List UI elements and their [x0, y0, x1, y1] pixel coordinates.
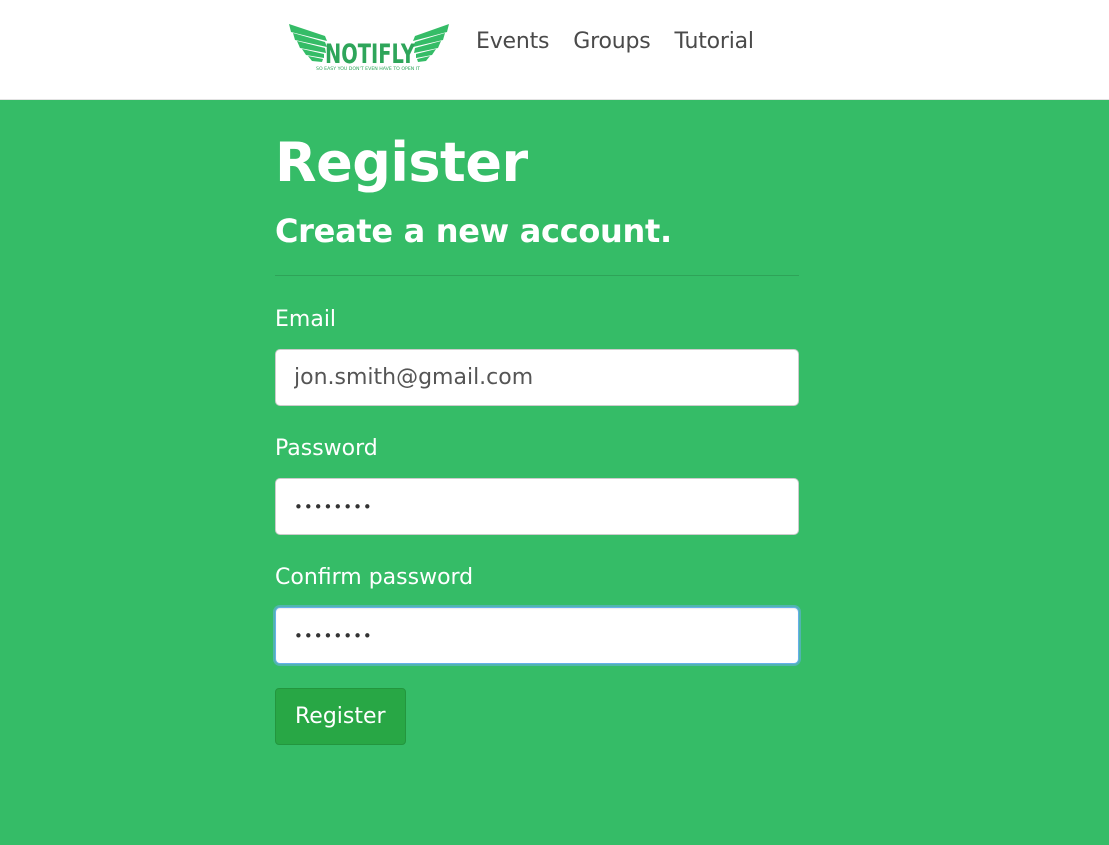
brand-logo[interactable]: NOTIFLY SO EASY YOU DON'T EVEN HAVE TO O… [287, 20, 451, 74]
nav-links: Events Groups Tutorial [464, 27, 766, 57]
nav-link-tutorial[interactable]: Tutorial [663, 27, 766, 57]
page-title: Register [275, 131, 528, 194]
page-subtitle: Create a new account. [275, 212, 672, 250]
brand-tagline: SO EASY YOU DON'T EVEN HAVE TO OPEN IT [316, 66, 421, 71]
navbar: NOTIFLY SO EASY YOU DON'T EVEN HAVE TO O… [0, 0, 1109, 100]
confirm-password-label: Confirm password [275, 565, 474, 590]
divider [275, 275, 799, 276]
register-button[interactable]: Register [275, 688, 406, 745]
nav-link-events[interactable]: Events [464, 27, 561, 57]
email-field[interactable] [275, 349, 799, 406]
confirm-password-field[interactable] [275, 607, 799, 664]
email-label: Email [275, 307, 337, 332]
logo-wings-icon: NOTIFLY SO EASY YOU DON'T EVEN HAVE TO O… [289, 24, 449, 71]
password-field[interactable] [275, 478, 799, 535]
password-label: Password [275, 436, 378, 461]
nav-link-groups[interactable]: Groups [561, 27, 662, 57]
